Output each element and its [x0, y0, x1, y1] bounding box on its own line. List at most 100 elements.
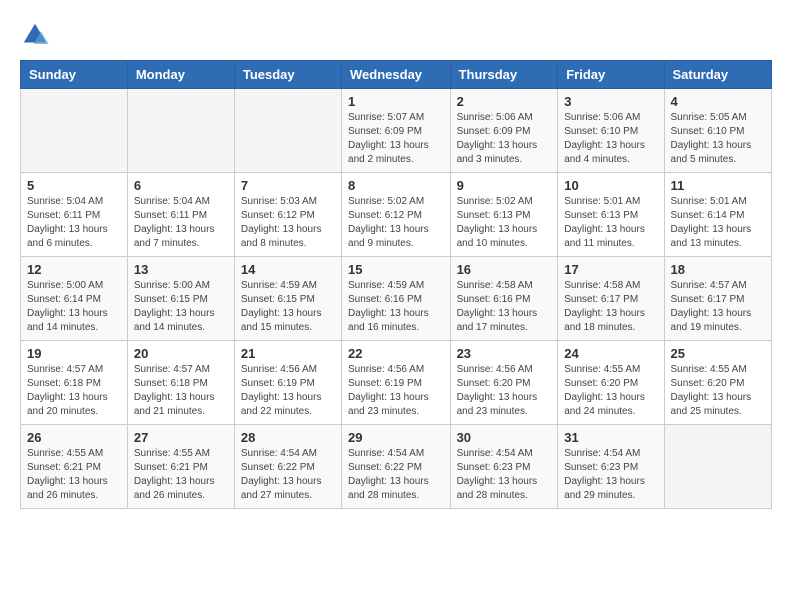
- calendar-cell: 29 Sunrise: 4:54 AM Sunset: 6:22 PM Dayli…: [342, 425, 451, 509]
- day-info: Sunrise: 4:55 AM Sunset: 6:20 PM Dayligh…: [564, 363, 657, 419]
- calendar-header-row: SundayMondayTuesdayWednesdayThursdayFrid…: [21, 61, 772, 89]
- calendar-cell: [664, 425, 771, 509]
- day-number: 30: [457, 430, 552, 445]
- day-header-monday: Monday: [127, 61, 234, 89]
- day-number: 18: [671, 262, 765, 277]
- calendar-cell: 23 Sunrise: 4:56 AM Sunset: 6:20 PM Dayli…: [450, 341, 558, 425]
- day-number: 15: [348, 262, 444, 277]
- day-number: 16: [457, 262, 552, 277]
- calendar-cell: [21, 89, 128, 173]
- day-info: Sunrise: 5:07 AM Sunset: 6:09 PM Dayligh…: [348, 111, 444, 167]
- day-info: Sunrise: 4:55 AM Sunset: 6:21 PM Dayligh…: [134, 447, 228, 503]
- calendar-week-row: 12 Sunrise: 5:00 AM Sunset: 6:14 PM Dayli…: [21, 257, 772, 341]
- day-info: Sunrise: 5:05 AM Sunset: 6:10 PM Dayligh…: [671, 111, 765, 167]
- day-info: Sunrise: 4:59 AM Sunset: 6:15 PM Dayligh…: [241, 279, 335, 335]
- calendar-cell: 16 Sunrise: 4:58 AM Sunset: 6:16 PM Dayli…: [450, 257, 558, 341]
- day-number: 2: [457, 94, 552, 109]
- calendar-cell: 26 Sunrise: 4:55 AM Sunset: 6:21 PM Dayli…: [21, 425, 128, 509]
- calendar-cell: 18 Sunrise: 4:57 AM Sunset: 6:17 PM Dayli…: [664, 257, 771, 341]
- day-number: 17: [564, 262, 657, 277]
- day-number: 7: [241, 178, 335, 193]
- calendar-cell: 25 Sunrise: 4:55 AM Sunset: 6:20 PM Dayli…: [664, 341, 771, 425]
- day-header-thursday: Thursday: [450, 61, 558, 89]
- calendar-cell: 2 Sunrise: 5:06 AM Sunset: 6:09 PM Daylig…: [450, 89, 558, 173]
- calendar-cell: 31Sunrise: 4:54 AM Sunset: 6:23 PM Dayli…: [558, 425, 664, 509]
- day-number: 12: [27, 262, 121, 277]
- day-number: 21: [241, 346, 335, 361]
- calendar-cell: 11Sunrise: 5:01 AM Sunset: 6:14 PM Dayli…: [664, 173, 771, 257]
- calendar-cell: 1Sunrise: 5:07 AM Sunset: 6:09 PM Daylig…: [342, 89, 451, 173]
- day-number: 6: [134, 178, 228, 193]
- day-number: 8: [348, 178, 444, 193]
- calendar-cell: [234, 89, 341, 173]
- day-number: 23: [457, 346, 552, 361]
- day-header-tuesday: Tuesday: [234, 61, 341, 89]
- calendar-week-row: 1Sunrise: 5:07 AM Sunset: 6:09 PM Daylig…: [21, 89, 772, 173]
- day-info: Sunrise: 5:06 AM Sunset: 6:10 PM Dayligh…: [564, 111, 657, 167]
- calendar-week-row: 5Sunrise: 5:04 AM Sunset: 6:11 PM Daylig…: [21, 173, 772, 257]
- day-info: Sunrise: 4:54 AM Sunset: 6:23 PM Dayligh…: [457, 447, 552, 503]
- day-number: 5: [27, 178, 121, 193]
- day-info: Sunrise: 4:57 AM Sunset: 6:18 PM Dayligh…: [27, 363, 121, 419]
- day-info: Sunrise: 4:54 AM Sunset: 6:22 PM Dayligh…: [241, 447, 335, 503]
- day-number: 19: [27, 346, 121, 361]
- calendar-cell: 6Sunrise: 5:04 AM Sunset: 6:11 PM Daylig…: [127, 173, 234, 257]
- day-header-friday: Friday: [558, 61, 664, 89]
- day-number: 3: [564, 94, 657, 109]
- day-info: Sunrise: 5:02 AM Sunset: 6:12 PM Dayligh…: [348, 195, 444, 251]
- day-number: 25: [671, 346, 765, 361]
- calendar-cell: 4 Sunrise: 5:05 AM Sunset: 6:10 PM Daylig…: [664, 89, 771, 173]
- calendar-cell: 14Sunrise: 4:59 AM Sunset: 6:15 PM Dayli…: [234, 257, 341, 341]
- calendar-cell: 10Sunrise: 5:01 AM Sunset: 6:13 PM Dayli…: [558, 173, 664, 257]
- day-number: 9: [457, 178, 552, 193]
- day-number: 28: [241, 430, 335, 445]
- calendar-cell: 3 Sunrise: 5:06 AM Sunset: 6:10 PM Daylig…: [558, 89, 664, 173]
- day-info: Sunrise: 4:57 AM Sunset: 6:17 PM Dayligh…: [671, 279, 765, 335]
- day-info: Sunrise: 4:55 AM Sunset: 6:21 PM Dayligh…: [27, 447, 121, 503]
- logo-icon: [20, 20, 50, 50]
- calendar-cell: 8 Sunrise: 5:02 AM Sunset: 6:12 PM Daylig…: [342, 173, 451, 257]
- calendar-cell: 15 Sunrise: 4:59 AM Sunset: 6:16 PM Dayli…: [342, 257, 451, 341]
- day-info: Sunrise: 4:54 AM Sunset: 6:22 PM Dayligh…: [348, 447, 444, 503]
- day-info: Sunrise: 5:02 AM Sunset: 6:13 PM Dayligh…: [457, 195, 552, 251]
- day-info: Sunrise: 5:06 AM Sunset: 6:09 PM Dayligh…: [457, 111, 552, 167]
- calendar-cell: 7Sunrise: 5:03 AM Sunset: 6:12 PM Daylig…: [234, 173, 341, 257]
- calendar-cell: 13 Sunrise: 5:00 AM Sunset: 6:15 PM Dayli…: [127, 257, 234, 341]
- day-info: Sunrise: 5:01 AM Sunset: 6:13 PM Dayligh…: [564, 195, 657, 251]
- day-info: Sunrise: 5:00 AM Sunset: 6:14 PM Dayligh…: [27, 279, 121, 335]
- page-header: [20, 20, 772, 50]
- day-header-sunday: Sunday: [21, 61, 128, 89]
- day-info: Sunrise: 4:56 AM Sunset: 6:20 PM Dayligh…: [457, 363, 552, 419]
- day-info: Sunrise: 4:57 AM Sunset: 6:18 PM Dayligh…: [134, 363, 228, 419]
- day-number: 29: [348, 430, 444, 445]
- day-number: 27: [134, 430, 228, 445]
- logo: [20, 20, 54, 50]
- day-info: Sunrise: 4:55 AM Sunset: 6:20 PM Dayligh…: [671, 363, 765, 419]
- calendar-cell: [127, 89, 234, 173]
- calendar-week-row: 26 Sunrise: 4:55 AM Sunset: 6:21 PM Dayli…: [21, 425, 772, 509]
- calendar-cell: 24 Sunrise: 4:55 AM Sunset: 6:20 PM Dayli…: [558, 341, 664, 425]
- day-info: Sunrise: 4:56 AM Sunset: 6:19 PM Dayligh…: [241, 363, 335, 419]
- day-number: 11: [671, 178, 765, 193]
- day-header-saturday: Saturday: [664, 61, 771, 89]
- day-header-wednesday: Wednesday: [342, 61, 451, 89]
- day-info: Sunrise: 4:59 AM Sunset: 6:16 PM Dayligh…: [348, 279, 444, 335]
- day-number: 26: [27, 430, 121, 445]
- calendar-table: SundayMondayTuesdayWednesdayThursdayFrid…: [20, 60, 772, 509]
- day-info: Sunrise: 5:00 AM Sunset: 6:15 PM Dayligh…: [134, 279, 228, 335]
- calendar-cell: 19 Sunrise: 4:57 AM Sunset: 6:18 PM Dayli…: [21, 341, 128, 425]
- day-number: 13: [134, 262, 228, 277]
- calendar-cell: 28 Sunrise: 4:54 AM Sunset: 6:22 PM Dayli…: [234, 425, 341, 509]
- calendar-cell: 12 Sunrise: 5:00 AM Sunset: 6:14 PM Dayli…: [21, 257, 128, 341]
- day-number: 20: [134, 346, 228, 361]
- calendar-cell: 27 Sunrise: 4:55 AM Sunset: 6:21 PM Dayli…: [127, 425, 234, 509]
- day-number: 4: [671, 94, 765, 109]
- calendar-cell: 22Sunrise: 4:56 AM Sunset: 6:19 PM Dayli…: [342, 341, 451, 425]
- calendar-cell: 21 Sunrise: 4:56 AM Sunset: 6:19 PM Dayli…: [234, 341, 341, 425]
- day-info: Sunrise: 4:58 AM Sunset: 6:17 PM Dayligh…: [564, 279, 657, 335]
- calendar-cell: 20 Sunrise: 4:57 AM Sunset: 6:18 PM Dayli…: [127, 341, 234, 425]
- day-info: Sunrise: 4:58 AM Sunset: 6:16 PM Dayligh…: [457, 279, 552, 335]
- calendar-cell: 5Sunrise: 5:04 AM Sunset: 6:11 PM Daylig…: [21, 173, 128, 257]
- day-number: 24: [564, 346, 657, 361]
- calendar-week-row: 19 Sunrise: 4:57 AM Sunset: 6:18 PM Dayli…: [21, 341, 772, 425]
